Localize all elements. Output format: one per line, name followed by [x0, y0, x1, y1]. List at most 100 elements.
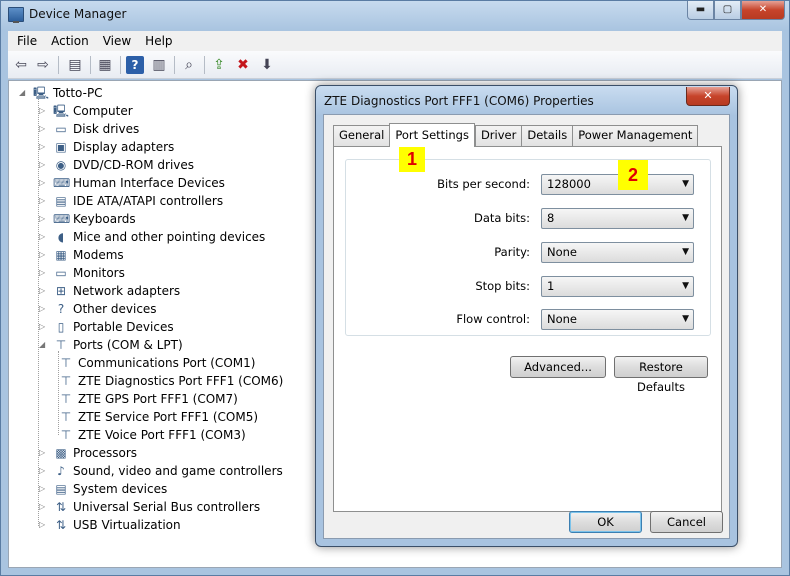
expand-arrow-icon[interactable]: ▷ [39, 228, 49, 246]
expand-arrow-icon[interactable]: ▷ [39, 516, 49, 534]
expand-arrow-icon[interactable]: ▷ [39, 444, 49, 462]
tree-item-label: Network adapters [73, 284, 181, 298]
tab-general[interactable]: General [333, 125, 390, 146]
expand-arrow-icon[interactable]: ▷ [39, 138, 49, 156]
device-manager-icon [8, 7, 24, 23]
port-icon: ⊤ [60, 374, 72, 388]
tree-item-label: Ports (COM & LPT) [73, 338, 183, 352]
toolbar-separator [120, 56, 121, 74]
port-icon: ⊤ [60, 356, 72, 370]
tree-item-label: Processors [73, 446, 138, 460]
menu-help[interactable]: Help [138, 34, 179, 48]
usb-virtual-icon: ⇅ [55, 518, 67, 532]
expand-arrow-icon[interactable]: ▷ [39, 102, 49, 120]
expand-arrow-icon[interactable]: ▷ [39, 120, 49, 138]
stop-bits-value: 1 [547, 279, 555, 293]
view-icon[interactable]: ▥ [150, 56, 168, 74]
menu-view[interactable]: View [96, 34, 138, 48]
scan-hardware-icon[interactable]: ⌕ [180, 56, 198, 74]
expand-arrow-icon[interactable]: ▷ [39, 300, 49, 318]
dialog-title: ZTE Diagnostics Port FFF1 (COM6) Propert… [324, 94, 594, 108]
dropdown-arrow-icon: ▼ [682, 281, 689, 291]
toolbar-separator [58, 56, 59, 74]
tab-driver[interactable]: Driver [474, 125, 522, 146]
expand-arrow-icon[interactable]: ▷ [39, 498, 49, 516]
toolbar-separator [204, 56, 205, 74]
tree-item-label: USB Virtualization [73, 518, 181, 532]
properties-icon[interactable]: ▦ [96, 56, 114, 74]
computer-icon: 🖳 [53, 104, 70, 118]
toolbar-separator [90, 56, 91, 74]
tree-item-label: Display adapters [73, 140, 175, 154]
system-icon: ▤ [55, 482, 67, 496]
tree-item-label: ZTE Diagnostics Port FFF1 (COM6) [78, 374, 284, 388]
collapse-arrow-icon[interactable]: ◢ [19, 84, 29, 102]
ok-button[interactable]: OK [569, 511, 642, 533]
tab-details[interactable]: Details [521, 125, 573, 146]
maximize-button[interactable]: ▢ [714, 1, 741, 20]
expand-arrow-icon[interactable]: ▷ [39, 318, 49, 336]
tree-item-label: Portable Devices [73, 320, 174, 334]
annotation-marker-2: 2 [618, 160, 648, 190]
tree-item-label: Mice and other pointing devices [73, 230, 266, 244]
help-icon[interactable]: ? [126, 56, 144, 74]
menu-action[interactable]: Action [44, 34, 96, 48]
tree-item-label: DVD/CD-ROM drives [73, 158, 195, 172]
show-hide-tree-icon[interactable]: ▤ [66, 56, 84, 74]
menu-file[interactable]: File [10, 34, 44, 48]
parity-select[interactable]: None ▼ [541, 242, 694, 263]
flow-control-label: Flow control: [456, 312, 530, 326]
forward-icon[interactable]: ⇨ [34, 56, 52, 74]
data-bits-select[interactable]: 8 ▼ [541, 208, 694, 229]
flow-control-value: None [547, 312, 578, 326]
advanced-button[interactable]: Advanced... [510, 356, 606, 378]
expand-arrow-icon[interactable]: ▷ [39, 192, 49, 210]
annotation-marker-1: 1 [399, 146, 425, 172]
dialog-body: General Port Settings Driver Details Pow… [323, 114, 730, 539]
collapse-arrow-icon[interactable]: ◢ [39, 336, 49, 354]
tree-item-label: Communications Port (COM1) [78, 356, 256, 370]
tab-power-management[interactable]: Power Management [572, 125, 699, 146]
tree-item-label: Computer [73, 104, 133, 118]
expand-arrow-icon[interactable]: ▷ [39, 156, 49, 174]
restore-defaults-button[interactable]: Restore Defaults [614, 356, 708, 394]
dvd-icon: ◉ [55, 158, 67, 172]
port-icon: ⊤ [60, 428, 72, 442]
expand-arrow-icon[interactable]: ▷ [39, 282, 49, 300]
parity-label: Parity: [494, 245, 530, 259]
tree-item-label: Modems [73, 248, 124, 262]
disable-icon[interactable]: ⬇ [258, 56, 276, 74]
title-bar[interactable]: Device Manager ▬ ▢ ✕ [1, 1, 789, 31]
flow-control-select[interactable]: None ▼ [541, 309, 694, 330]
window-title: Device Manager [29, 7, 127, 21]
parity-value: None [547, 245, 578, 259]
close-button[interactable]: ✕ [741, 1, 785, 20]
tree-item-label: System devices [73, 482, 168, 496]
tree-item-label: Other devices [73, 302, 157, 316]
tab-port-settings[interactable]: Port Settings [389, 123, 475, 147]
keyboard-icon: ⌨ [53, 212, 71, 226]
expand-arrow-icon[interactable]: ▷ [39, 246, 49, 264]
update-driver-icon[interactable]: ⇪ [210, 56, 228, 74]
tree-item-label: IDE ATA/ATAPI controllers [73, 194, 224, 208]
expand-arrow-icon[interactable]: ▷ [39, 174, 49, 192]
expand-arrow-icon[interactable]: ▷ [39, 462, 49, 480]
expand-arrow-icon[interactable]: ▷ [39, 480, 49, 498]
data-bits-value: 8 [547, 211, 555, 225]
sound-icon: ♪ [57, 464, 65, 478]
minimize-button[interactable]: ▬ [687, 1, 714, 20]
tree-item-label: Monitors [73, 266, 125, 280]
expand-arrow-icon[interactable]: ▷ [39, 264, 49, 282]
dialog-close-button[interactable]: ✕ [686, 87, 730, 106]
toolbar-separator [174, 56, 175, 74]
port-settings-group: Bits per second: 128000 ▼ Data bits: 8 ▼… [345, 159, 711, 336]
uninstall-icon[interactable]: ✖ [234, 56, 252, 74]
disk-icon: ▭ [55, 122, 67, 136]
cancel-button[interactable]: Cancel [650, 511, 723, 533]
stop-bits-select[interactable]: 1 ▼ [541, 276, 694, 297]
expand-arrow-icon[interactable]: ▷ [39, 210, 49, 228]
tree-item-label: Keyboards [73, 212, 136, 226]
back-icon[interactable]: ⇦ [12, 56, 30, 74]
monitor-icon: ▭ [55, 266, 67, 280]
caption-buttons: ▬ ▢ ✕ [687, 1, 785, 20]
